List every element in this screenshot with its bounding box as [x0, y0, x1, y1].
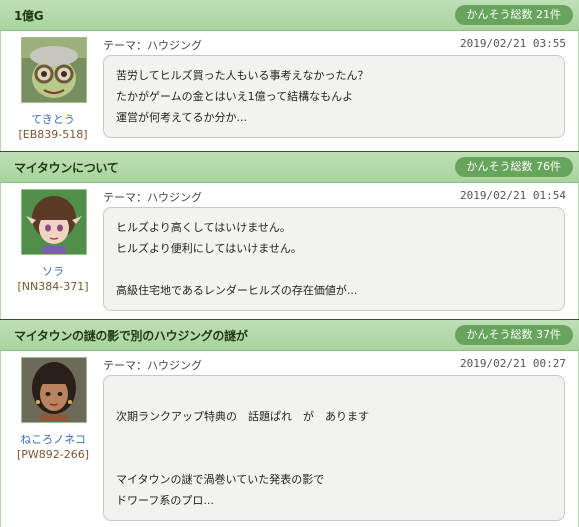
post-excerpt[interactable]: ヒルズより高くしてはいけません。 ヒルズより便利にしてはいけません。 高級住宅地… [103, 207, 565, 311]
thread-theme: テーマ：ハウジング [103, 359, 202, 372]
avatar-goggle-green-icon [22, 38, 86, 102]
post-excerpt[interactable]: 苦労してヒルズ買った人もいる事考えなかったん？ たかがゲームの金とはいえ1億って… [103, 55, 565, 138]
comment-count-badge[interactable]: かんそう総数 76件 [454, 157, 573, 177]
post-date: 2019/02/21 03:55 [460, 37, 566, 50]
excerpt-line: 苦労してヒルズ買った人もいる事考えなかったん？ [116, 69, 369, 82]
avatar[interactable] [21, 37, 87, 103]
avatar[interactable] [21, 357, 87, 423]
author-id: [PW892-266] [16, 448, 90, 461]
thread-card: マイタウンについて かんそう総数 76件 ソラ [NN384-371] テーマ：… [0, 152, 579, 320]
excerpt-line: 次期ランクアップ特典の 話題ぱれ が あります [116, 410, 369, 423]
thread-body: ソラ [NN384-371] テーマ：ハウジング 2019/02/21 01:5… [0, 183, 579, 319]
thread-title[interactable]: マイタウンの謎の影で別のハウジングの謎が [14, 327, 248, 344]
excerpt-line: ヒルズより便利にしてはいけません。 [116, 242, 302, 255]
author-name[interactable]: てきとう [5, 111, 101, 127]
avatar-dark-hair-icon [22, 358, 86, 422]
thread-title[interactable]: マイタウンについて [14, 159, 119, 176]
excerpt-line: ヒルズより高くしてはいけません。 [116, 221, 291, 234]
thread-header[interactable]: 1億G かんそう総数 21件 [0, 0, 579, 31]
comment-count-badge[interactable]: かんそう総数 37件 [454, 325, 573, 345]
thread-card: マイタウンの謎の影で別のハウジングの謎が かんそう総数 37件 ねころノネコ [… [0, 320, 579, 527]
excerpt-line: 運営が何考えてるか分か... [116, 111, 247, 124]
author-id: [NN384-371] [17, 280, 89, 293]
excerpt-line: たかがゲームの金とはいえ1億って結構なもんよ [116, 90, 354, 103]
author-name[interactable]: ソラ [5, 263, 101, 279]
post-excerpt[interactable]: 次期ランクアップ特典の 話題ぱれ が あります マイタウンの謎で渦巻いていた発表… [103, 375, 565, 521]
thread-header[interactable]: マイタウンの謎の影で別のハウジングの謎が かんそう総数 37件 [0, 320, 579, 351]
excerpt-line: マイタウンの謎で渦巻いていた発表の影で [116, 473, 325, 486]
thread-theme: テーマ：ハウジング [103, 39, 202, 52]
excerpt-line [116, 385, 552, 406]
excerpt-line: 高級住宅地であるレンダーヒルズの存在価値が... [116, 284, 358, 297]
thread-list: 1億G かんそう総数 21件 てきとう [EB839-518] テーマ：ハウジン… [0, 0, 579, 527]
comment-count-badge[interactable]: かんそう総数 21件 [454, 5, 573, 25]
excerpt-line [116, 259, 552, 280]
thread-body: てきとう [EB839-518] テーマ：ハウジング 2019/02/21 03… [0, 31, 579, 151]
thread-title[interactable]: 1億G [14, 7, 44, 24]
thread-body: ねころノネコ [PW892-266] テーマ：ハウジング 2019/02/21 … [0, 351, 579, 527]
excerpt-line [116, 427, 552, 448]
thread-theme: テーマ：ハウジング [103, 191, 202, 204]
thread-header[interactable]: マイタウンについて かんそう総数 76件 [0, 152, 579, 183]
excerpt-line: ドワーフ系のプロ... [116, 494, 214, 507]
post-date: 2019/02/21 01:54 [460, 189, 566, 202]
post-date: 2019/02/21 00:27 [460, 357, 566, 370]
excerpt-line [116, 448, 552, 469]
author-name[interactable]: ねころノネコ [5, 431, 101, 447]
author-id: [EB839-518] [18, 128, 88, 141]
avatar-elf-girl-icon [22, 190, 86, 254]
avatar[interactable] [21, 189, 87, 255]
thread-card: 1億G かんそう総数 21件 てきとう [EB839-518] テーマ：ハウジン… [0, 0, 579, 152]
